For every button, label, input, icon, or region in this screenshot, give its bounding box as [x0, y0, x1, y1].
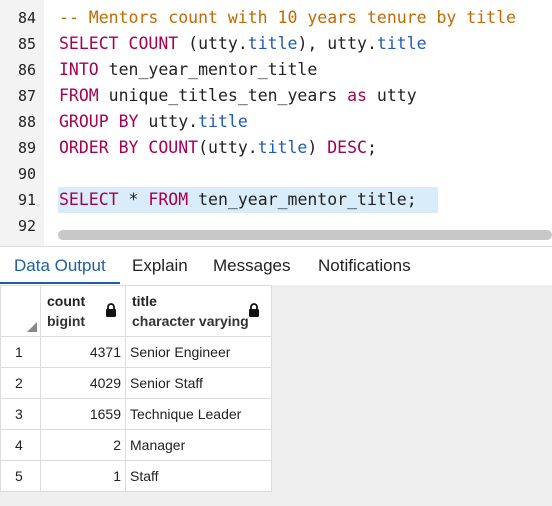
- tab-explain[interactable]: Explain: [132, 247, 188, 284]
- code-token: *: [118, 190, 149, 209]
- column-type: character varying: [132, 313, 249, 329]
- code-token: title: [257, 138, 308, 157]
- code-line[interactable]: SELECT * FROM ten_year_mentor_title;: [59, 187, 417, 213]
- code-token: utty: [366, 86, 417, 105]
- table-row[interactable]: 5 1 Staff: [0, 460, 272, 492]
- cell-title[interactable]: Staff: [125, 460, 272, 492]
- lock-icon: [249, 303, 259, 317]
- table-row[interactable]: 3 1659 Technique Leader: [0, 398, 272, 430]
- code-token: ORDER BY COUNT: [59, 138, 199, 157]
- code-token: SELECT: [59, 190, 119, 209]
- line-number: 90: [17, 165, 36, 183]
- row-number[interactable]: 2: [0, 367, 41, 399]
- code-token: title: [198, 112, 248, 131]
- row-header-corner[interactable]: [0, 285, 41, 337]
- lock-icon: [106, 303, 116, 317]
- cell-count[interactable]: 2: [40, 429, 126, 461]
- code-token: unique_titles_ten_years: [98, 86, 348, 105]
- row-number[interactable]: 3: [0, 398, 41, 430]
- row-number[interactable]: 4: [0, 429, 41, 461]
- column-header-title[interactable]: title character varying: [125, 285, 272, 337]
- column-name: title: [132, 293, 157, 309]
- code-token: utty.: [138, 112, 199, 131]
- code-token: SELECT COUNT: [59, 34, 179, 53]
- result-tabs: Data Output Explain Messages Notificatio…: [0, 246, 552, 285]
- column-name: count: [47, 293, 86, 309]
- cell-count[interactable]: 1659: [40, 398, 126, 430]
- code-token: GROUP BY: [59, 112, 139, 131]
- code-token: INTO: [59, 60, 99, 79]
- line-number: 88: [17, 113, 36, 131]
- table-row[interactable]: 2 4029 Senior Staff: [0, 367, 272, 399]
- select-all-icon[interactable]: [27, 322, 37, 332]
- cell-title[interactable]: Senior Staff: [125, 367, 272, 399]
- line-number: 92: [17, 217, 36, 235]
- query-editor[interactable]: 84 85 86 87 88 89 90 91 92 -- Mentors count with…: [0, 0, 552, 246]
- cell-count[interactable]: 4371: [40, 336, 126, 368]
- code-token: -- Mentors count with 10 years tenure by…: [59, 8, 516, 27]
- tab-data-output[interactable]: Data Output: [14, 247, 106, 284]
- code-line[interactable]: INTO ten_year_mentor_title: [59, 57, 317, 83]
- table-row[interactable]: 1 4371 Senior Engineer: [0, 336, 272, 368]
- cell-count[interactable]: 1: [40, 460, 126, 492]
- code-token: (utty.: [178, 34, 248, 53]
- data-output-panel: count bigint title character varying 1 4…: [0, 285, 552, 506]
- cell-title[interactable]: Technique Leader: [125, 398, 272, 430]
- code-token: title: [247, 34, 298, 53]
- table-row[interactable]: 4 2 Manager: [0, 429, 272, 461]
- column-type: bigint: [47, 313, 86, 329]
- code-token: ;: [366, 138, 377, 157]
- code-token: FROM: [59, 86, 99, 105]
- code-line[interactable]: -- Mentors count with 10 years tenure by…: [59, 5, 516, 31]
- code-token: DESC: [327, 138, 367, 157]
- code-line[interactable]: ORDER BY COUNT(utty.title) DESC;: [59, 135, 377, 161]
- line-number: 86: [17, 61, 36, 79]
- code-token: title: [376, 34, 427, 53]
- tab-messages[interactable]: Messages: [213, 247, 290, 284]
- result-grid: count bigint title character varying 1 4…: [0, 285, 272, 492]
- code-token: ten_year_mentor_title;: [188, 190, 417, 209]
- line-number: 84: [17, 9, 36, 27]
- line-number: 87: [17, 87, 36, 105]
- line-number: 91: [17, 191, 36, 209]
- horizontal-scrollbar[interactable]: [58, 230, 552, 240]
- column-header-count[interactable]: count bigint: [40, 285, 126, 337]
- cell-title[interactable]: Manager: [125, 429, 272, 461]
- line-number: 85: [17, 35, 36, 53]
- code-token: ), utty.: [297, 34, 377, 53]
- line-number-gutter: 84 85 86 87 88 89 90 91 92: [0, 0, 44, 246]
- row-number[interactable]: 1: [0, 336, 41, 368]
- row-number[interactable]: 5: [0, 460, 41, 492]
- cell-count[interactable]: 4029: [40, 367, 126, 399]
- code-token: (utty.: [198, 138, 258, 157]
- code-line[interactable]: FROM unique_titles_ten_years as utty: [59, 83, 417, 109]
- code-line[interactable]: GROUP BY utty.title: [59, 109, 248, 135]
- cell-title[interactable]: Senior Engineer: [125, 336, 272, 368]
- code-line[interactable]: SELECT COUNT (utty.title), utty.title: [59, 31, 427, 57]
- active-tab-indicator: [0, 282, 120, 284]
- line-number: 89: [17, 139, 36, 157]
- code-token: ten_year_mentor_title: [98, 60, 318, 79]
- tab-notifications[interactable]: Notifications: [318, 247, 411, 284]
- code-token: as: [347, 86, 367, 105]
- code-token: ): [307, 138, 328, 157]
- code-token: FROM: [148, 190, 189, 209]
